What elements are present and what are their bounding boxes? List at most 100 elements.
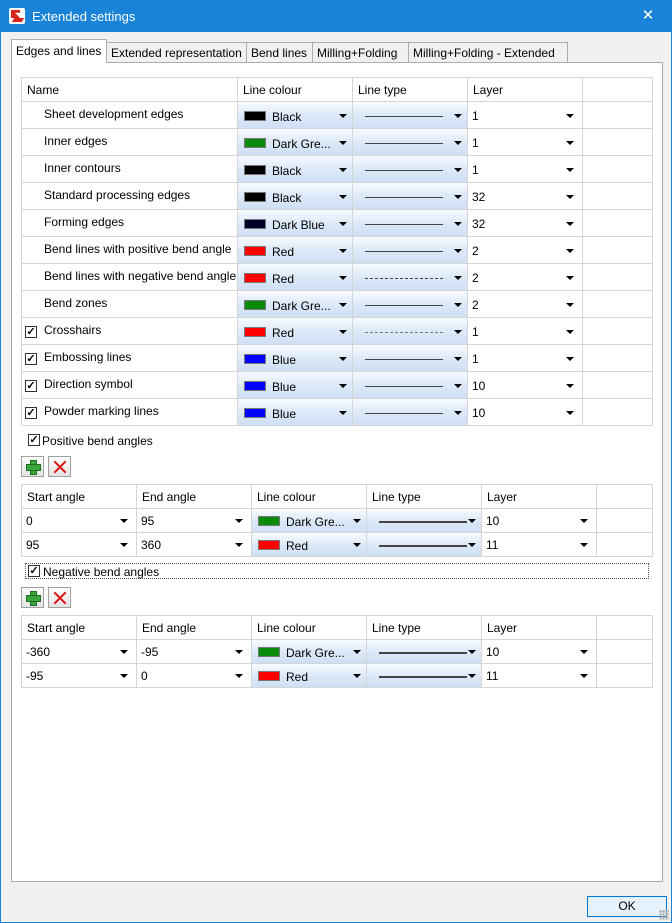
layer-select[interactable]: 1 bbox=[468, 156, 583, 182]
value-text: 10 bbox=[472, 378, 486, 393]
chevron-down-icon bbox=[339, 248, 347, 253]
layer-select[interactable]: 1 bbox=[468, 345, 583, 371]
tab-edges-and-lines[interactable]: Edges and lines bbox=[11, 39, 107, 63]
layer-select[interactable]: 11 bbox=[482, 664, 597, 687]
line-colour-select[interactable]: Blue bbox=[238, 372, 353, 398]
layer-select[interactable]: 10 bbox=[482, 640, 597, 663]
table-row: Inner contours Black 1 bbox=[22, 156, 653, 183]
start-angle-select[interactable]: -95 bbox=[22, 664, 137, 687]
tab-milling-folding-extended[interactable]: Milling+Folding - Extended bbox=[408, 42, 568, 63]
line-type-select[interactable] bbox=[367, 533, 482, 556]
chevron-down-icon bbox=[353, 650, 361, 654]
line-colour-select[interactable]: Red bbox=[238, 237, 353, 263]
line-type-select[interactable] bbox=[353, 129, 468, 155]
layer-select[interactable]: 2 bbox=[468, 291, 583, 317]
line-type-select[interactable] bbox=[367, 664, 482, 687]
line-type-select[interactable] bbox=[353, 345, 468, 371]
line-type-select[interactable] bbox=[353, 156, 468, 182]
table-row: Inner edges Dark Gre... 1 bbox=[22, 129, 653, 156]
chevron-down-icon bbox=[566, 302, 574, 307]
layer-select[interactable]: 10 bbox=[468, 372, 583, 398]
line-type-select[interactable] bbox=[353, 183, 468, 209]
layer-select[interactable]: 32 bbox=[468, 183, 583, 209]
line-colour-select[interactable]: Dark Gre... bbox=[252, 509, 367, 532]
close-icon[interactable]: ✕ bbox=[625, 1, 671, 32]
line-type-select[interactable] bbox=[353, 264, 468, 290]
header-end: End angle bbox=[137, 485, 252, 508]
line-type-select[interactable] bbox=[353, 102, 468, 128]
line-type-select[interactable] bbox=[353, 318, 468, 344]
line-colour-select[interactable]: Dark Gre... bbox=[238, 129, 353, 155]
line-colour-select[interactable]: Black bbox=[238, 156, 353, 182]
row-name-cell: ✓ Crosshairs bbox=[22, 318, 238, 344]
add-negative-angle-icon[interactable] bbox=[21, 587, 44, 608]
delete-positive-angle-icon[interactable] bbox=[48, 456, 71, 477]
line-colour-select[interactable]: Dark Gre... bbox=[252, 640, 367, 663]
line-colour-select[interactable]: Black bbox=[238, 102, 353, 128]
row-visibility-checkbox[interactable]: ✓ bbox=[25, 325, 37, 338]
value-text: 360 bbox=[141, 538, 162, 552]
layer-select[interactable]: 10 bbox=[482, 509, 597, 532]
layer-select[interactable]: 2 bbox=[468, 237, 583, 263]
delete-negative-angle-icon[interactable] bbox=[48, 587, 71, 608]
line-type-select[interactable] bbox=[353, 237, 468, 263]
line-colour-select[interactable]: Red bbox=[238, 318, 353, 344]
row-name-label: Embossing lines bbox=[44, 349, 132, 364]
line-type-select[interactable] bbox=[353, 210, 468, 236]
line-type-preview bbox=[365, 169, 443, 171]
end-angle-select[interactable]: 95 bbox=[137, 509, 252, 532]
layer-select[interactable]: 10 bbox=[468, 399, 583, 425]
row-name-cell: ✓ Powder marking lines bbox=[22, 399, 238, 425]
end-angle-select[interactable]: 360 bbox=[137, 533, 252, 556]
window-title: Extended settings bbox=[32, 9, 136, 24]
row-name-cell: Inner edges bbox=[22, 129, 238, 155]
line-type-select[interactable] bbox=[353, 399, 468, 425]
row-visibility-checkbox[interactable]: ✓ bbox=[25, 352, 37, 365]
layer-select[interactable]: 1 bbox=[468, 129, 583, 155]
layer-select[interactable]: 2 bbox=[468, 264, 583, 290]
end-angle-select[interactable]: 0 bbox=[137, 664, 252, 687]
colour-swatch bbox=[258, 671, 280, 681]
line-type-select[interactable] bbox=[353, 291, 468, 317]
row-name-label: Bend zones bbox=[44, 295, 108, 310]
chevron-down-icon bbox=[339, 302, 347, 307]
add-positive-angle-icon[interactable] bbox=[21, 456, 44, 477]
line-colour-select[interactable]: Red bbox=[252, 533, 367, 556]
layer-select[interactable]: 11 bbox=[482, 533, 597, 556]
line-type-select[interactable] bbox=[367, 640, 482, 663]
line-colour-select[interactable]: Blue bbox=[238, 399, 353, 425]
table-header: Name Line colour Line type Layer bbox=[22, 78, 653, 102]
ok-button[interactable]: OK bbox=[587, 896, 667, 917]
tab-bend-lines[interactable]: Bend lines bbox=[246, 42, 313, 63]
chevron-down-icon bbox=[468, 650, 476, 654]
row-visibility-checkbox[interactable]: ✓ bbox=[25, 379, 37, 392]
checkbox-positive[interactable]: ✓ bbox=[28, 434, 40, 446]
line-colour-select[interactable]: Black bbox=[238, 183, 353, 209]
line-colour-select[interactable]: Red bbox=[238, 264, 353, 290]
layer-select[interactable]: 1 bbox=[468, 318, 583, 344]
row-name-cell: Forming edges bbox=[22, 210, 238, 236]
line-colour-select[interactable]: Red bbox=[252, 664, 367, 687]
checkbox-negative[interactable]: ✓ bbox=[28, 565, 40, 577]
header-start: Start angle bbox=[22, 485, 137, 508]
tab-extended-representation[interactable]: Extended representation bbox=[106, 42, 247, 63]
negative-bend-angles-checkbox[interactable]: ✓ Negative bend angles bbox=[25, 563, 649, 579]
tab-milling-folding[interactable]: Milling+Folding bbox=[312, 42, 409, 63]
resize-grip[interactable] bbox=[659, 910, 669, 920]
chevron-down-icon bbox=[120, 519, 128, 523]
start-angle-select[interactable]: 0 bbox=[22, 509, 137, 532]
start-angle-select[interactable]: -360 bbox=[22, 640, 137, 663]
line-type-select[interactable] bbox=[367, 509, 482, 532]
line-type-select[interactable] bbox=[353, 372, 468, 398]
end-angle-select[interactable]: -95 bbox=[137, 640, 252, 663]
layer-select[interactable]: 32 bbox=[468, 210, 583, 236]
layer-select[interactable]: 1 bbox=[468, 102, 583, 128]
header-line-type: Line type bbox=[353, 78, 468, 101]
line-colour-select[interactable]: Dark Gre... bbox=[238, 291, 353, 317]
start-angle-select[interactable]: 95 bbox=[22, 533, 137, 556]
chevron-down-icon bbox=[566, 248, 574, 253]
line-colour-select[interactable]: Dark Blue bbox=[238, 210, 353, 236]
line-colour-select[interactable]: Blue bbox=[238, 345, 353, 371]
row-visibility-checkbox[interactable]: ✓ bbox=[25, 406, 37, 419]
edges-table: Name Line colour Line type Layer Sheet d… bbox=[21, 77, 653, 426]
